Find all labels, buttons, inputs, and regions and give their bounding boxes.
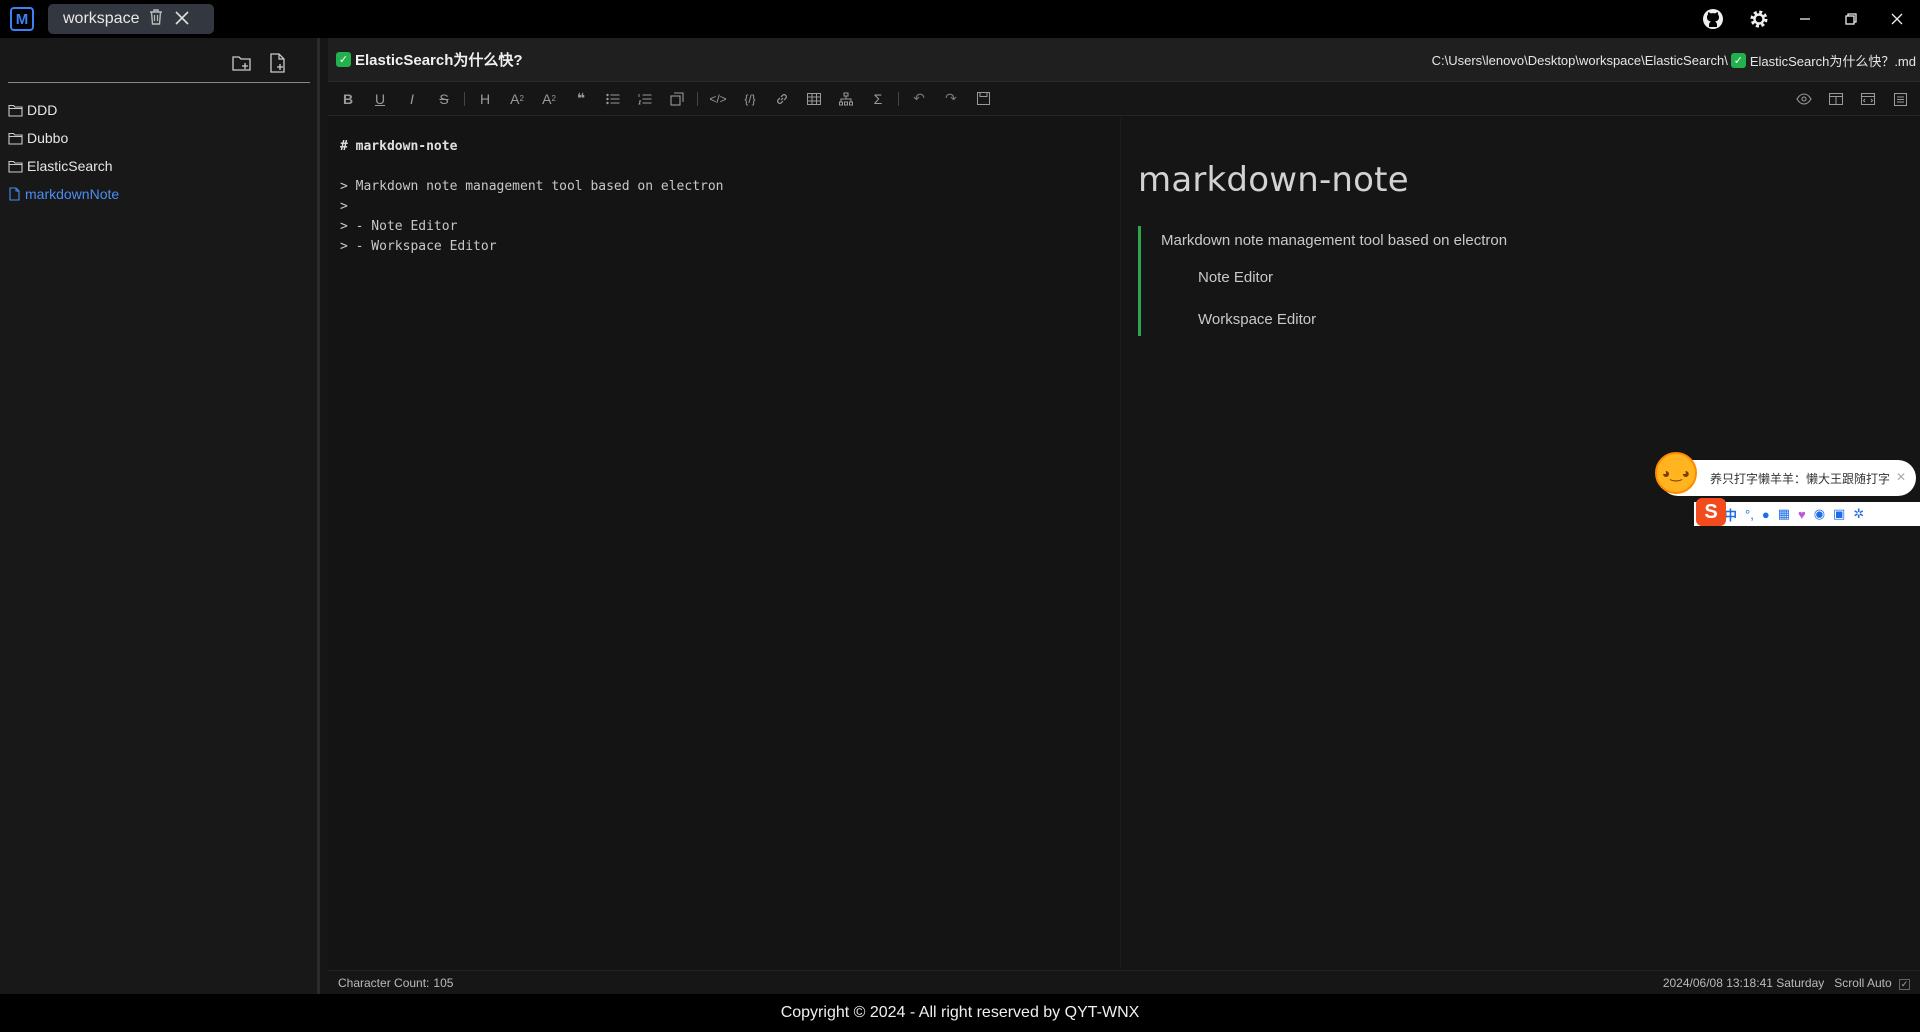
italic-icon[interactable]: I [396, 86, 428, 112]
status-bar: Character Count: 105 2024/06/08 13:18:41… [328, 970, 1920, 994]
editor-line: > [340, 199, 348, 214]
close-tab-icon[interactable] [175, 9, 190, 29]
restore-icon[interactable] [1828, 0, 1874, 38]
folder-icon [8, 104, 23, 117]
preview-list: Note Editor Workspace Editor [1161, 267, 1920, 330]
editor-toolbar: B U I S H A2 A2 ❝ </> {/} Σ ↶ ↷ [328, 82, 1920, 116]
file-path: C:\Users\lenovo\Desktop\workspace\Elasti… [1432, 51, 1916, 70]
char-count-label: Character Count: [338, 975, 430, 990]
check-icon: ✓ [1730, 53, 1746, 68]
markdown-preview: markdown-note Markdown note management t… [1120, 118, 1920, 968]
tree-item-label: markdownNote [25, 186, 120, 202]
split-view-icon[interactable] [1820, 86, 1852, 112]
tree-item-dubbo[interactable]: Dubbo [8, 124, 119, 152]
table-icon[interactable] [798, 86, 830, 112]
new-file-icon[interactable] [267, 52, 289, 74]
file-title: ElasticSearch为什么快? [355, 52, 523, 69]
editor-line: # markdown-note [340, 139, 458, 154]
settings-icon[interactable] [1736, 0, 1782, 38]
tree-item-ddd[interactable]: DDD [8, 96, 119, 124]
sidebar-divider [8, 82, 310, 83]
github-icon[interactable] [1690, 0, 1736, 38]
footer: Copyright © 2024 - All right reserved by… [0, 994, 1920, 1032]
new-folder-icon[interactable] [231, 52, 253, 74]
editor-only-icon[interactable] [1852, 86, 1884, 112]
save-icon[interactable] [967, 86, 999, 112]
game-icon[interactable]: ◉ [1814, 506, 1825, 522]
scroll-toggle[interactable]: Scroll Auto ✓ [1834, 976, 1910, 990]
ime-bubble-text: 养只打字懒羊羊：懒大王跟随打字 [1710, 471, 1891, 486]
ordered-list-icon[interactable] [629, 86, 661, 112]
tree-item-label: Dubbo [27, 130, 69, 146]
quote-icon[interactable]: ❝ [565, 86, 597, 112]
tree-item-elasticsearch[interactable]: ElasticSearch [8, 152, 119, 180]
redo-icon[interactable]: ↷ [935, 86, 967, 112]
keyboard-icon[interactable]: ▦ [1778, 506, 1790, 522]
heading-icon[interactable]: H [469, 86, 501, 112]
undo-icon[interactable]: ↶ [903, 86, 935, 112]
superscript-icon[interactable]: A2 [533, 86, 565, 112]
code-icon[interactable]: </> [702, 86, 734, 112]
markdown-editor[interactable]: # markdown-note > Markdown note manageme… [328, 118, 1120, 968]
sidebar: DDD Dubbo ElasticSearch markdownNote [0, 38, 320, 994]
punctuation-icon[interactable]: °, [1745, 507, 1754, 522]
file-tree: DDD Dubbo ElasticSearch markdownNote [8, 96, 119, 208]
inline-code-icon[interactable]: {/} [734, 86, 766, 112]
diagram-icon[interactable] [830, 86, 862, 112]
main-area: ✓ ElasticSearch为什么快? C:\Users\lenovo\Des… [328, 38, 1920, 994]
list-item: Workspace Editor [1198, 311, 1317, 328]
apps-icon[interactable]: ▣ [1833, 506, 1845, 522]
char-count-value: 105 [433, 975, 454, 990]
workspace-tab-label: workspace [63, 10, 140, 27]
minimize-icon[interactable] [1782, 0, 1828, 38]
folder-icon [8, 160, 23, 173]
ime-settings-icon[interactable]: ✲ [1853, 506, 1864, 522]
preview-blockquote: Markdown note management tool based on e… [1138, 226, 1920, 336]
editor-line: > Markdown note management tool based on… [340, 179, 724, 194]
editor-line: > - Workspace Editor [340, 239, 497, 254]
skin-icon[interactable]: ♥ [1798, 507, 1806, 522]
status-datetime: 2024/06/08 13:18:41 Saturday [1662, 976, 1825, 990]
checkbox-icon[interactable]: ✓ [1899, 979, 1910, 990]
formula-icon[interactable]: Σ [862, 86, 894, 112]
subscript-icon[interactable]: A2 [501, 86, 533, 112]
toolbar-divider [464, 91, 465, 106]
task-list-icon[interactable] [661, 86, 693, 112]
copyright-text: Copyright © 2024 - All right reserved by… [780, 1004, 1140, 1021]
title-bar: M workspace [0, 0, 1920, 38]
strikethrough-icon[interactable]: S [428, 86, 460, 112]
editor-line: > - Note Editor [340, 219, 458, 234]
bold-icon[interactable]: B [332, 86, 364, 112]
tree-item-label: DDD [27, 102, 58, 118]
app-logo-icon: M [10, 7, 34, 31]
toolbar-divider [697, 91, 698, 106]
check-icon: ✓ [336, 52, 351, 67]
close-icon[interactable]: ✕ [1896, 470, 1906, 484]
tree-item-markdownnote[interactable]: markdownNote [8, 180, 119, 208]
folder-icon [8, 132, 23, 145]
quote-text: Markdown note management tool based on e… [1161, 232, 1508, 249]
link-icon[interactable] [766, 86, 798, 112]
scroll-label: Scroll Auto [1834, 976, 1892, 990]
ime-mascot-icon: ◕‿◕ [1655, 452, 1697, 494]
outline-icon[interactable] [1884, 86, 1916, 112]
underline-icon[interactable]: U [364, 86, 396, 112]
trash-icon[interactable] [149, 8, 163, 30]
file-path-suffix: ElasticSearch为什么快？.md [1749, 54, 1916, 69]
preview-eye-icon[interactable] [1788, 86, 1820, 112]
list-item: Note Editor [1198, 269, 1274, 286]
ime-toolbar: 中 °, ● ▦ ♥ ◉ ▣ ✲ [1694, 502, 1920, 526]
microphone-icon[interactable]: ● [1762, 507, 1770, 522]
tree-item-label: ElasticSearch [27, 158, 113, 174]
sogou-logo-icon: S [1696, 498, 1726, 526]
toolbar-divider [898, 91, 899, 106]
preview-heading: markdown-note [1138, 160, 1409, 200]
close-window-icon[interactable] [1874, 0, 1920, 38]
file-path-prefix: C:\Users\lenovo\Desktop\workspace\Elasti… [1431, 53, 1728, 68]
file-icon [9, 187, 20, 201]
ime-bubble[interactable]: 养只打字懒羊羊：懒大王跟随打字 ✕ [1660, 460, 1916, 496]
workspace-tab[interactable]: workspace [48, 4, 214, 34]
bullet-list-icon[interactable] [597, 86, 629, 112]
